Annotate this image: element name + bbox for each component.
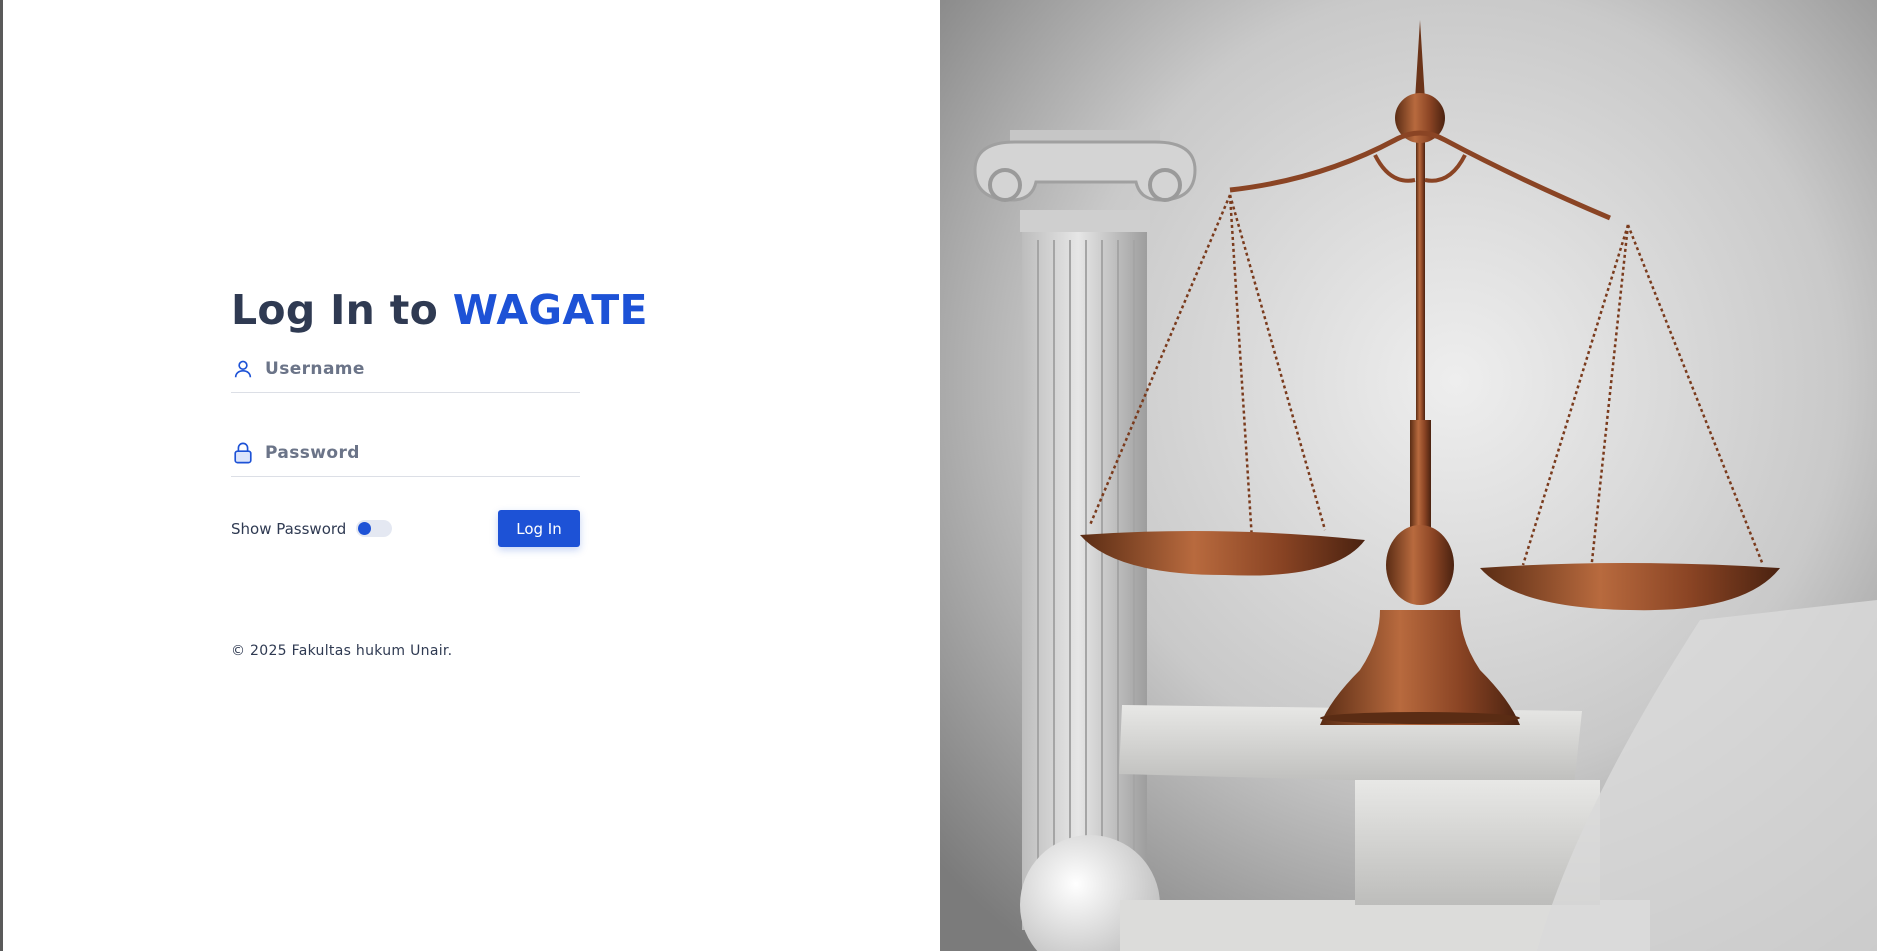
username-field-row — [231, 346, 580, 393]
show-password-control: Show Password — [231, 519, 393, 538]
login-panel: Log In to WAGATE Username Show Password … — [3, 0, 940, 951]
copyright-footer: © 2025 Fakultas hukum Unair. — [231, 643, 453, 659]
password-field-row — [231, 430, 580, 477]
show-password-toggle[interactable] — [356, 520, 393, 537]
title-prefix: Log In to — [231, 286, 439, 334]
password-input[interactable] — [265, 443, 565, 463]
username-input[interactable] — [265, 359, 565, 379]
toggle-knob — [358, 522, 372, 535]
login-actions: Show Password Log In — [231, 510, 580, 547]
hero-image — [940, 0, 1877, 951]
lock-icon — [231, 441, 255, 465]
login-form: Log In to WAGATE Username Show Password … — [231, 282, 647, 547]
user-icon — [231, 357, 255, 381]
login-button[interactable]: Log In — [498, 510, 580, 547]
login-page: Log In to WAGATE Username Show Password … — [0, 0, 1877, 951]
brand-name: WAGATE — [452, 286, 648, 334]
page-title: Log In to WAGATE — [231, 282, 647, 338]
show-password-label: Show Password — [231, 519, 347, 538]
